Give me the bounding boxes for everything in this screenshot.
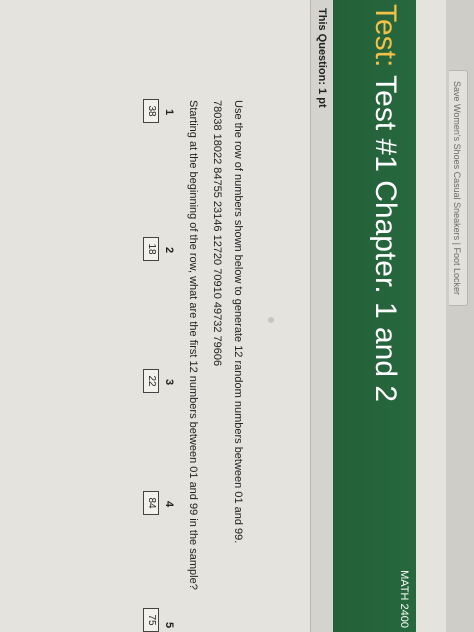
- course-code: MATH 2400: [398, 570, 410, 628]
- test-title-prefix: Test:: [369, 4, 402, 68]
- page-title: Test: Test #1 Chapter. 1 and 2: [368, 4, 402, 402]
- photo-frame: Save Women's Shoes Casual Sneakers | Foo…: [0, 0, 474, 632]
- browser-tab-strip: Save Women's Shoes Casual Sneakers | Foo…: [446, 0, 474, 632]
- loading-dot-icon: [268, 317, 274, 323]
- question-instruction: Use the row of numbers shown below to ge…: [232, 100, 244, 544]
- answer-number-5: 5: [163, 621, 175, 629]
- test-title-text: Test #1 Chapter. 1 and 2: [369, 75, 402, 403]
- answer-input-5[interactable]: 75: [143, 608, 159, 632]
- question-points: This Question: 1 pt: [316, 8, 328, 108]
- test-header: Test: Test #1 Chapter. 1 and 2 MATH 2400: [333, 0, 416, 632]
- question-prompt: Starting at the beginning of the row, wh…: [187, 100, 199, 590]
- answer-input-4[interactable]: 84: [143, 491, 159, 515]
- question-info-bar: This Question: 1 pt: [310, 0, 333, 632]
- answer-input-2[interactable]: 18: [143, 237, 159, 261]
- answer-number-1: 1: [163, 108, 175, 116]
- answer-input-3[interactable]: 22: [143, 369, 159, 393]
- answer-input-1[interactable]: 38: [143, 99, 159, 123]
- random-number-row: 78038 18022 84755 23146 12720 70910 4973…: [211, 100, 223, 367]
- browser-screen: Save Women's Shoes Casual Sneakers | Foo…: [0, 0, 474, 632]
- browser-tab[interactable]: Save Women's Shoes Casual Sneakers | Foo…: [449, 70, 468, 306]
- answer-number-2: 2: [163, 246, 175, 254]
- browser-tab-title: Save Women's Shoes Casual Sneakers | Foo…: [452, 81, 462, 295]
- answer-number-3: 3: [163, 378, 175, 386]
- answer-number-4: 4: [163, 500, 175, 508]
